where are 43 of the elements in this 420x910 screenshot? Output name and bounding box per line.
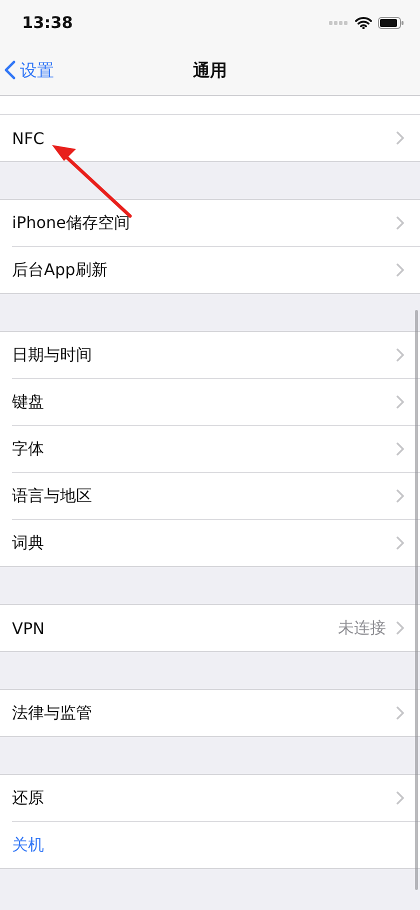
list-row[interactable]: NFC bbox=[12, 115, 420, 161]
chevron-icon bbox=[396, 706, 404, 720]
chevron-icon bbox=[396, 536, 404, 550]
chevron-icon bbox=[396, 791, 404, 805]
row-label: 还原 bbox=[12, 788, 45, 808]
chevron-icon bbox=[396, 263, 404, 277]
row-label: 键盘 bbox=[12, 392, 45, 412]
row-label: NFC bbox=[12, 128, 46, 148]
chevron-icon bbox=[396, 395, 404, 409]
back-button[interactable]: 设置 bbox=[0, 58, 54, 82]
list-row[interactable]: 语言与地区 bbox=[12, 473, 420, 520]
back-chevron-icon bbox=[4, 60, 16, 80]
nav-title: 通用 bbox=[193, 60, 227, 82]
list-row[interactable]: 词典 bbox=[12, 520, 420, 566]
chevron-icon bbox=[396, 131, 404, 145]
battery-icon bbox=[378, 16, 404, 28]
row-label: 字体 bbox=[12, 438, 45, 460]
wifi-icon bbox=[355, 16, 372, 28]
list-row[interactable]: VPN 未连接 bbox=[12, 605, 420, 651]
list-row[interactable]: 日期与时间 bbox=[12, 332, 420, 379]
chevron-icon bbox=[396, 348, 404, 362]
chevron-icon bbox=[396, 621, 404, 635]
signal-icon bbox=[329, 20, 349, 24]
chevron-icon bbox=[396, 489, 404, 503]
row-label: 日期与时间 bbox=[12, 344, 93, 366]
status-time: 13:38 bbox=[22, 13, 73, 32]
row-label: 法律与监管 bbox=[12, 702, 93, 724]
row-label: VPN bbox=[12, 618, 46, 638]
row-value: 未连接 bbox=[338, 618, 386, 638]
list-row[interactable]: 关机 bbox=[12, 822, 420, 868]
chevron-icon bbox=[396, 442, 404, 456]
row-label: 后台App刷新 bbox=[12, 260, 108, 280]
row-label: 词典 bbox=[12, 532, 45, 554]
list-row[interactable]: 后台App刷新 bbox=[12, 247, 420, 293]
list-row[interactable]: 字体 bbox=[12, 426, 420, 473]
list-row[interactable]: 键盘 bbox=[12, 379, 420, 426]
list-row[interactable]: 还原 bbox=[12, 775, 420, 822]
action-link[interactable]: 关机 bbox=[12, 834, 404, 856]
list-row[interactable]: 法律与监管 bbox=[12, 690, 420, 736]
chevron-icon bbox=[396, 216, 404, 230]
row-label: iPhone储存空间 bbox=[12, 212, 132, 234]
row-label: 语言与地区 bbox=[12, 486, 93, 506]
list-row[interactable]: iPhone储存空间 bbox=[12, 200, 420, 247]
